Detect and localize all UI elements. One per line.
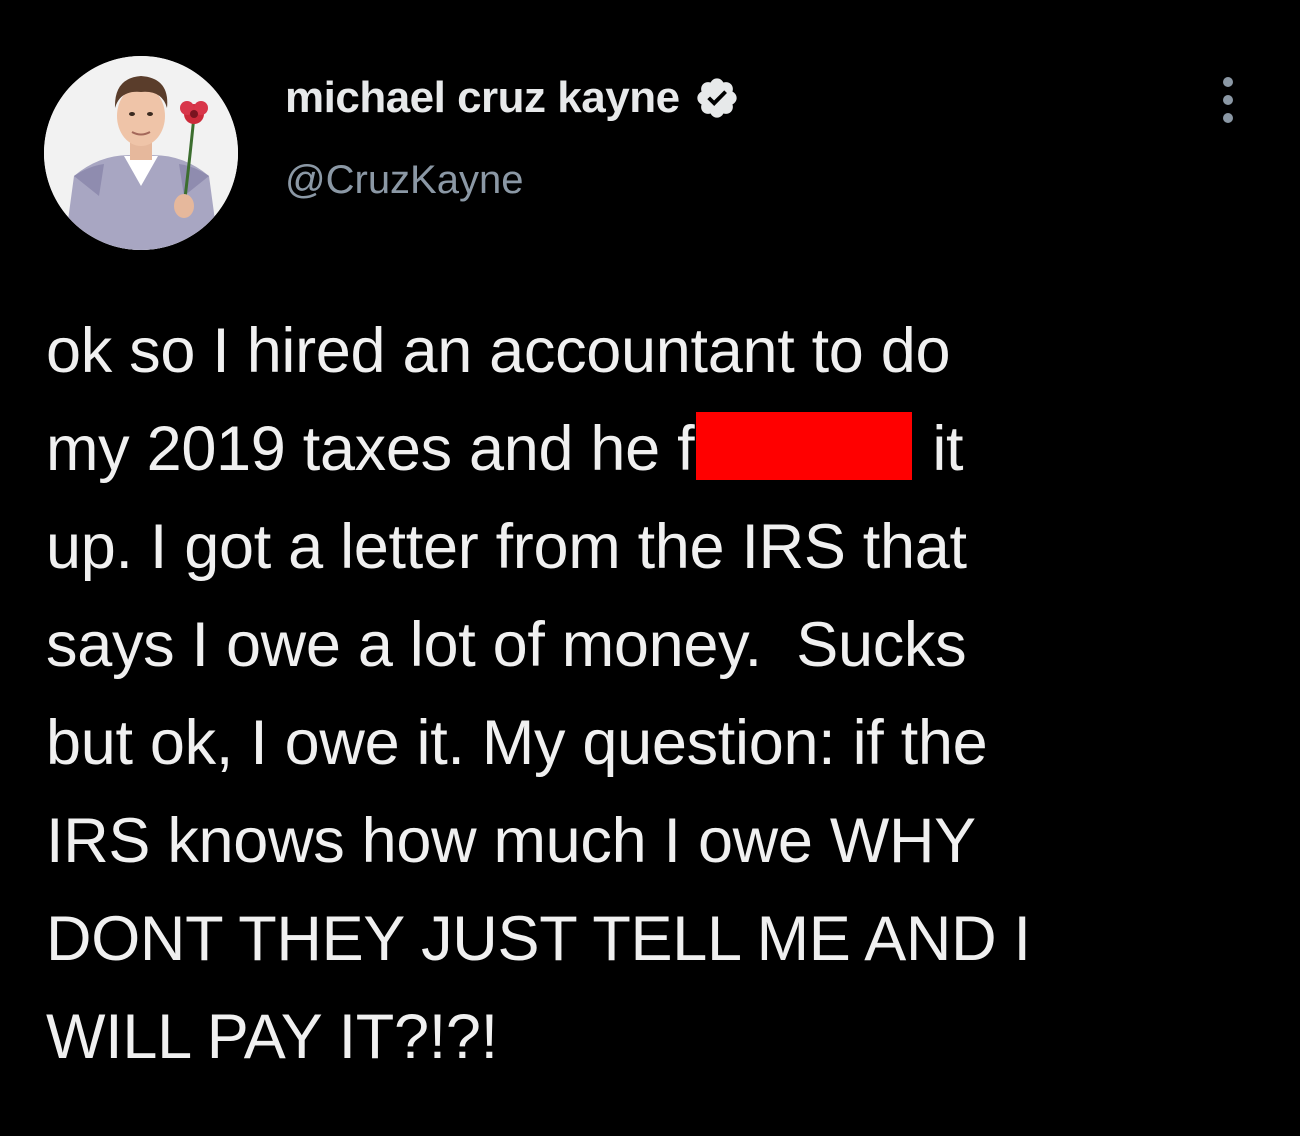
tweet-line: DONT THEY JUST TELL ME AND I: [46, 904, 1031, 974]
redaction-bar: [696, 412, 913, 480]
verified-badge-icon: [694, 75, 740, 121]
tweet-line: my 2019 taxes and he f it: [46, 400, 1276, 498]
tweet-line-segment: it: [932, 414, 964, 484]
tweet-line: but ok, I owe it. My question: if the: [46, 708, 988, 778]
user-info: michael cruz kayne @CruzKayne: [285, 70, 740, 203]
display-name-row: michael cruz kayne: [285, 70, 740, 126]
tweet-card: michael cruz kayne @CruzKayne ok so I hi…: [0, 0, 1300, 1136]
user-handle[interactable]: @CruzKayne: [285, 158, 740, 203]
tweet-line: WILL PAY IT?!?!: [46, 1002, 498, 1072]
avatar[interactable]: [44, 56, 238, 250]
more-vertical-icon: [1223, 77, 1233, 123]
tweet-line: up. I got a letter from the IRS that: [46, 512, 967, 582]
tweet-line: IRS knows how much I owe WHY: [46, 806, 976, 876]
tweet-line-segment: my 2019 taxes and he f: [46, 414, 695, 484]
tweet-line: ok so I hired an accountant to do: [46, 316, 951, 386]
tweet-text: ok so I hired an accountant to do my 201…: [46, 302, 1276, 1086]
display-name[interactable]: michael cruz kayne: [285, 73, 680, 123]
profile-photo-icon: [44, 56, 238, 250]
more-options-button[interactable]: [1205, 72, 1251, 128]
tweet-line: says I owe a lot of money. Sucks: [46, 610, 967, 680]
